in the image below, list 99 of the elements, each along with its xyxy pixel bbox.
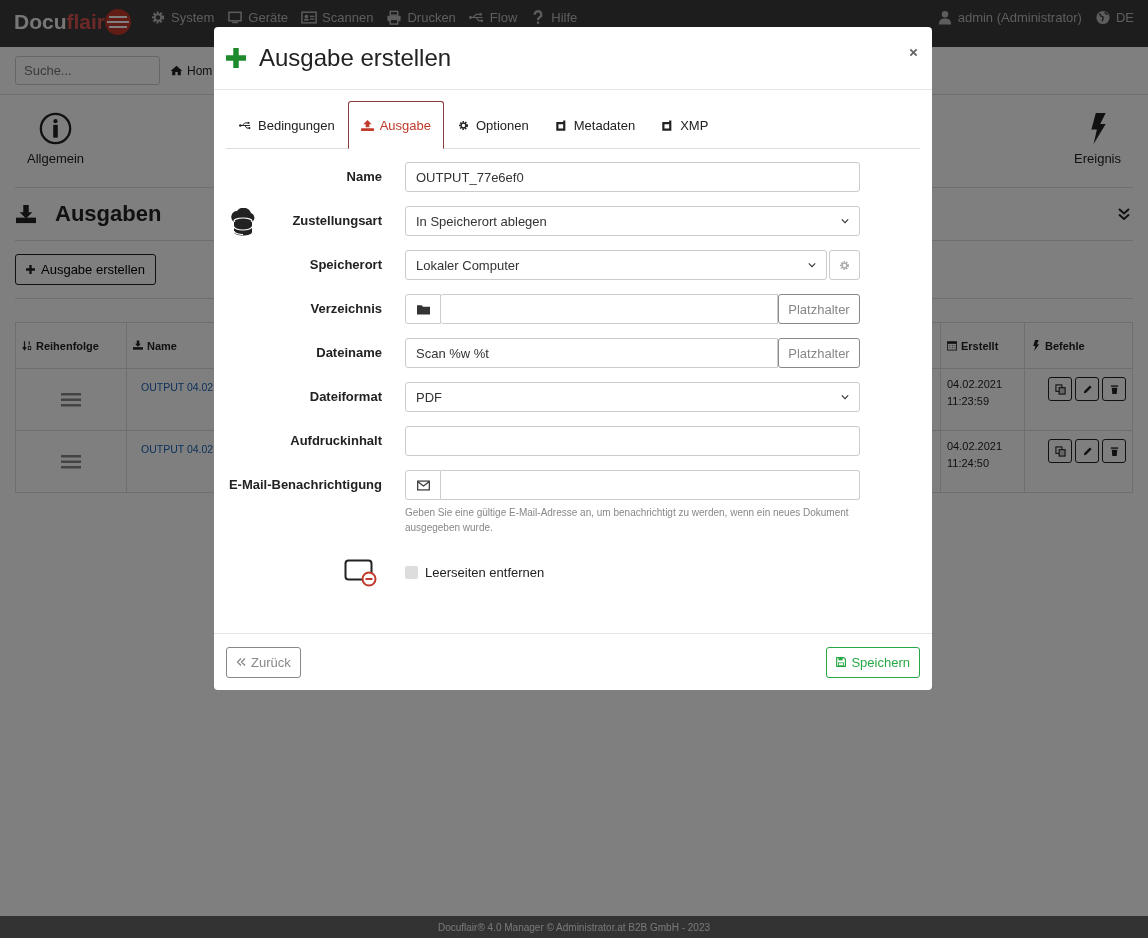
column-header[interactable]: Erstellt: [941, 323, 1025, 369]
field-label: Verzeichnis: [310, 300, 382, 318]
column-header[interactable]: Reihenfolge: [16, 323, 127, 369]
back-button[interactable]: Zurück: [226, 646, 301, 678]
folder-icon: [416, 303, 430, 315]
copy-icon: [1054, 383, 1066, 395]
tab[interactable]: Optionen: [443, 101, 542, 149]
drag-handle-icon[interactable]: [61, 454, 81, 469]
tab[interactable]: Metadaten: [541, 101, 649, 149]
double-chevron-left-icon: [236, 657, 246, 667]
copy-button[interactable]: [1048, 439, 1072, 463]
toolbar-button[interactable]: Ereignis: [1062, 95, 1133, 187]
user-icon: [936, 10, 953, 25]
dropdown-select[interactable]: In Speicherort ablegen: [405, 206, 860, 236]
nav-menu-item[interactable]: Scannen: [301, 10, 374, 25]
toolbar-button[interactable]: Allgemein: [15, 95, 97, 187]
text-field[interactable]: OUTPUT_77e6ef0: [405, 162, 860, 192]
placeholder-button[interactable]: Platzhalter: [778, 338, 860, 368]
settings-icon: [839, 259, 850, 271]
field-label: Dateiname: [316, 344, 382, 362]
gear-icon: [456, 119, 470, 131]
email-field[interactable]: [441, 470, 860, 500]
usb-icon: [239, 119, 252, 131]
edit-button[interactable]: [1075, 439, 1099, 463]
breadcrumb-link[interactable]: Hom: [170, 63, 213, 78]
edit-button[interactable]: [1075, 377, 1099, 401]
modal-title: Ausgabe erstellen: [259, 44, 452, 72]
create-output-button[interactable]: Ausgabe erstellen: [15, 254, 157, 285]
home-icon: [170, 65, 183, 76]
field-label: E-Mail-Benachrichtigung: [228, 476, 382, 494]
copy-button[interactable]: [1048, 377, 1072, 401]
nav-menu-item[interactable]: Flow: [468, 10, 518, 25]
close-icon[interactable]: [909, 47, 918, 57]
field-label: Name: [346, 168, 382, 186]
output-name-link[interactable]: OUTPUT 04.02: [141, 381, 214, 393]
text-field[interactable]: [405, 426, 860, 456]
nav-menu-item[interactable]: Drucken: [386, 10, 456, 25]
save-button[interactable]: Speichern: [826, 646, 920, 678]
globe-icon: [1094, 10, 1111, 25]
info-icon: [39, 112, 73, 145]
sort-icon: [22, 340, 32, 351]
tab[interactable]: XMP: [648, 101, 722, 149]
monitor-icon: [227, 10, 244, 25]
remove-blank-pages-checkbox[interactable]: Leerseiten entfernen: [405, 557, 860, 587]
delete-button[interactable]: [1102, 439, 1126, 463]
language-menu[interactable]: DE: [1094, 10, 1134, 25]
help-text: Geben Sie eine gültige E-Mail-Adresse an, um benachrichtigt zu werden, wenn ein neues Dokument ausgegeben wurde.: [405, 506, 850, 535]
nav-menu-item[interactable]: Geräte: [227, 10, 289, 25]
tag-bracket-icon: [554, 119, 568, 131]
created-date: 04.02.2021: [947, 439, 1004, 453]
pencil-icon: [1081, 445, 1093, 457]
field-label: Aufdruckinhalt: [290, 432, 382, 450]
caret-icon: [808, 262, 816, 268]
drag-handle-icon[interactable]: [61, 392, 81, 407]
created-date: 04.02.2021: [947, 377, 1004, 391]
field-label: Speicherort: [309, 256, 382, 274]
dropdown-select[interactable]: Lokaler Computer: [405, 250, 827, 280]
section-title: Ausgaben: [55, 201, 162, 227]
upload-icon: [360, 119, 374, 131]
download-icon: [133, 340, 143, 351]
copy-icon: [1054, 445, 1066, 457]
field-label: Zustellungsart: [292, 212, 382, 230]
text-field[interactable]: Scan %w %t: [405, 338, 778, 368]
trash-icon: [1108, 445, 1120, 457]
created-time: 11:23:59: [947, 394, 990, 408]
copyright-text: Docuflair® 4.0 Manager © Administrator.at B2B GmbH - 2023: [437, 921, 711, 933]
gear-icon: [150, 10, 166, 25]
plus-icon: [226, 48, 246, 68]
envelope-icon: [416, 479, 430, 491]
caret-icon: [841, 218, 849, 224]
nav-menu-item[interactable]: Hilfe: [530, 10, 578, 25]
dropdown-select[interactable]: PDF: [405, 382, 860, 412]
field-label: Dateiformat: [309, 388, 382, 406]
caret-icon: [841, 394, 849, 400]
column-header[interactable]: Befehle: [1025, 323, 1133, 369]
printer-icon: [386, 10, 403, 25]
placeholder-button[interactable]: Platzhalter: [778, 294, 860, 324]
checkbox[interactable]: [405, 565, 418, 579]
pencil-icon: [1081, 383, 1093, 395]
tab[interactable]: Bedingungen: [226, 101, 348, 149]
trash-icon: [1108, 383, 1120, 395]
blank-page-remove-icon: [344, 559, 378, 587]
search-field[interactable]: Suche...: [15, 56, 160, 85]
nav-menu-item[interactable]: System: [150, 10, 215, 25]
logo[interactable]: Docuflair: [14, 7, 133, 37]
lightning-icon: [1031, 340, 1041, 351]
download-icon: [15, 204, 37, 224]
usb-icon: [468, 10, 485, 25]
output-name-link[interactable]: OUTPUT 04.02: [141, 443, 214, 455]
tab[interactable]: Ausgabe: [347, 101, 444, 149]
plus-icon: [26, 265, 35, 274]
calendar-icon: [947, 340, 957, 351]
id-card-icon: [301, 10, 318, 25]
logo-icon: [103, 7, 133, 37]
user-menu[interactable]: admin (Administrator): [936, 10, 1082, 25]
delete-button[interactable]: [1102, 377, 1126, 401]
created-time: 11:24:50: [947, 456, 990, 470]
double-chevron-down-icon[interactable]: [1117, 207, 1131, 221]
directory-field[interactable]: [441, 294, 778, 324]
